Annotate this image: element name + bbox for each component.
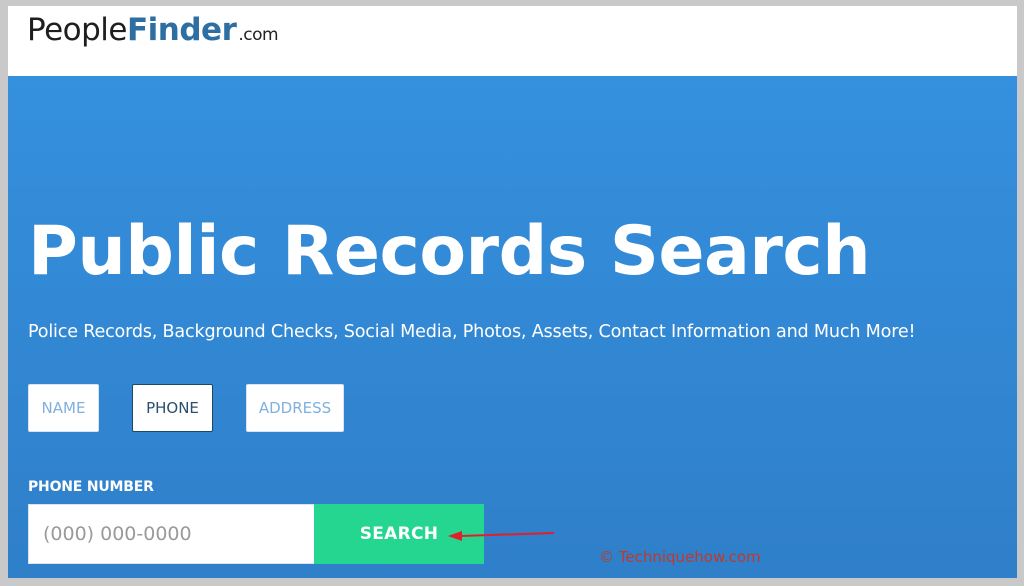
logo-text-people: People — [27, 12, 128, 48]
page-subtitle: Police Records, Background Checks, Socia… — [28, 322, 916, 342]
logo-text-com: .com — [238, 25, 279, 45]
tab-name[interactable]: NAME — [28, 384, 99, 432]
annotation-arrow-icon — [448, 531, 555, 541]
tab-address[interactable]: ADDRESS — [246, 384, 344, 432]
page-title: Public Records Search — [28, 212, 871, 291]
site-header: PeopleFinder .com — [8, 6, 1017, 76]
watermark-text: © Techniquehow.com — [599, 548, 761, 566]
tab-phone[interactable]: PHONE — [132, 384, 213, 432]
hero-section: Public Records Search Police Records, Ba… — [8, 76, 1017, 578]
browser-viewport: PeopleFinder .com Public Records Search P… — [8, 6, 1017, 578]
logo-text-finder: Finder — [127, 12, 237, 48]
phone-number-label: PHONE NUMBER — [28, 479, 154, 495]
phone-number-input[interactable] — [28, 504, 317, 564]
site-logo[interactable]: PeopleFinder .com — [27, 12, 279, 48]
